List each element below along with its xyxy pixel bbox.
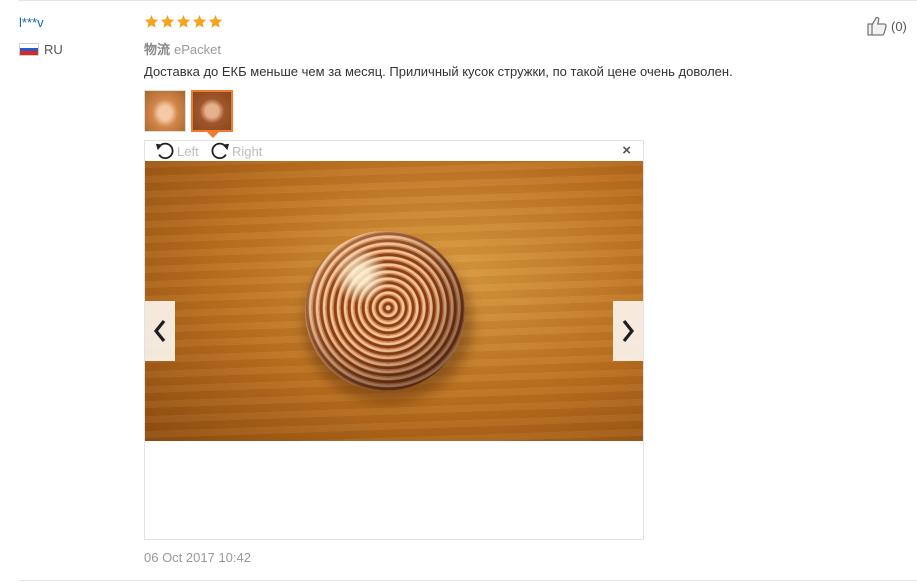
- star-icon: [208, 14, 223, 28]
- rotate-left-button[interactable]: Left: [154, 142, 199, 160]
- reviewer-name-link[interactable]: l***v: [19, 15, 44, 30]
- russia-flag-icon: [19, 43, 39, 56]
- shipping-info: 物流 ePacket: [144, 39, 221, 58]
- reviewer-country: RU: [19, 42, 63, 57]
- shipping-label: 物流: [144, 43, 171, 58]
- chevron-left-icon: [153, 320, 166, 342]
- review-photo-thumbnail[interactable]: [144, 90, 186, 132]
- star-icon: [144, 14, 159, 28]
- bottom-divider: [18, 580, 917, 581]
- chevron-right-icon: [622, 320, 635, 342]
- rotate-left-icon: [155, 142, 174, 159]
- copper-scrubber-image: [305, 231, 465, 391]
- previous-photo-button[interactable]: [145, 301, 175, 361]
- star-icon: [160, 14, 175, 28]
- rotate-right-icon: [211, 142, 230, 159]
- thumbs-up-icon: [867, 16, 887, 36]
- next-photo-button[interactable]: [613, 301, 643, 361]
- photo-viewer: Left Right ×: [144, 140, 644, 540]
- review-photo-thumbnail-selected[interactable]: [191, 90, 233, 132]
- review-date: 06 Oct 2017 10:42: [144, 550, 251, 565]
- helpful-count: (0): [891, 18, 907, 34]
- country-code: RU: [44, 42, 63, 57]
- top-divider: [18, 0, 917, 1]
- star-icon: [192, 14, 207, 28]
- rotate-left-label: Left: [177, 143, 199, 159]
- helpful-button[interactable]: (0): [866, 15, 907, 37]
- review-photo: [145, 161, 643, 441]
- selected-thumbnail-caret: [207, 132, 219, 138]
- review-text: Доставка до ЕКБ меньше чем за месяц. При…: [144, 64, 733, 79]
- rotate-right-label: Right: [232, 143, 263, 159]
- star-rating: [144, 14, 223, 29]
- close-icon[interactable]: ×: [622, 143, 631, 158]
- shipping-method: ePacket: [174, 42, 221, 57]
- rotate-right-button[interactable]: Right: [209, 142, 262, 160]
- star-icon: [176, 14, 191, 28]
